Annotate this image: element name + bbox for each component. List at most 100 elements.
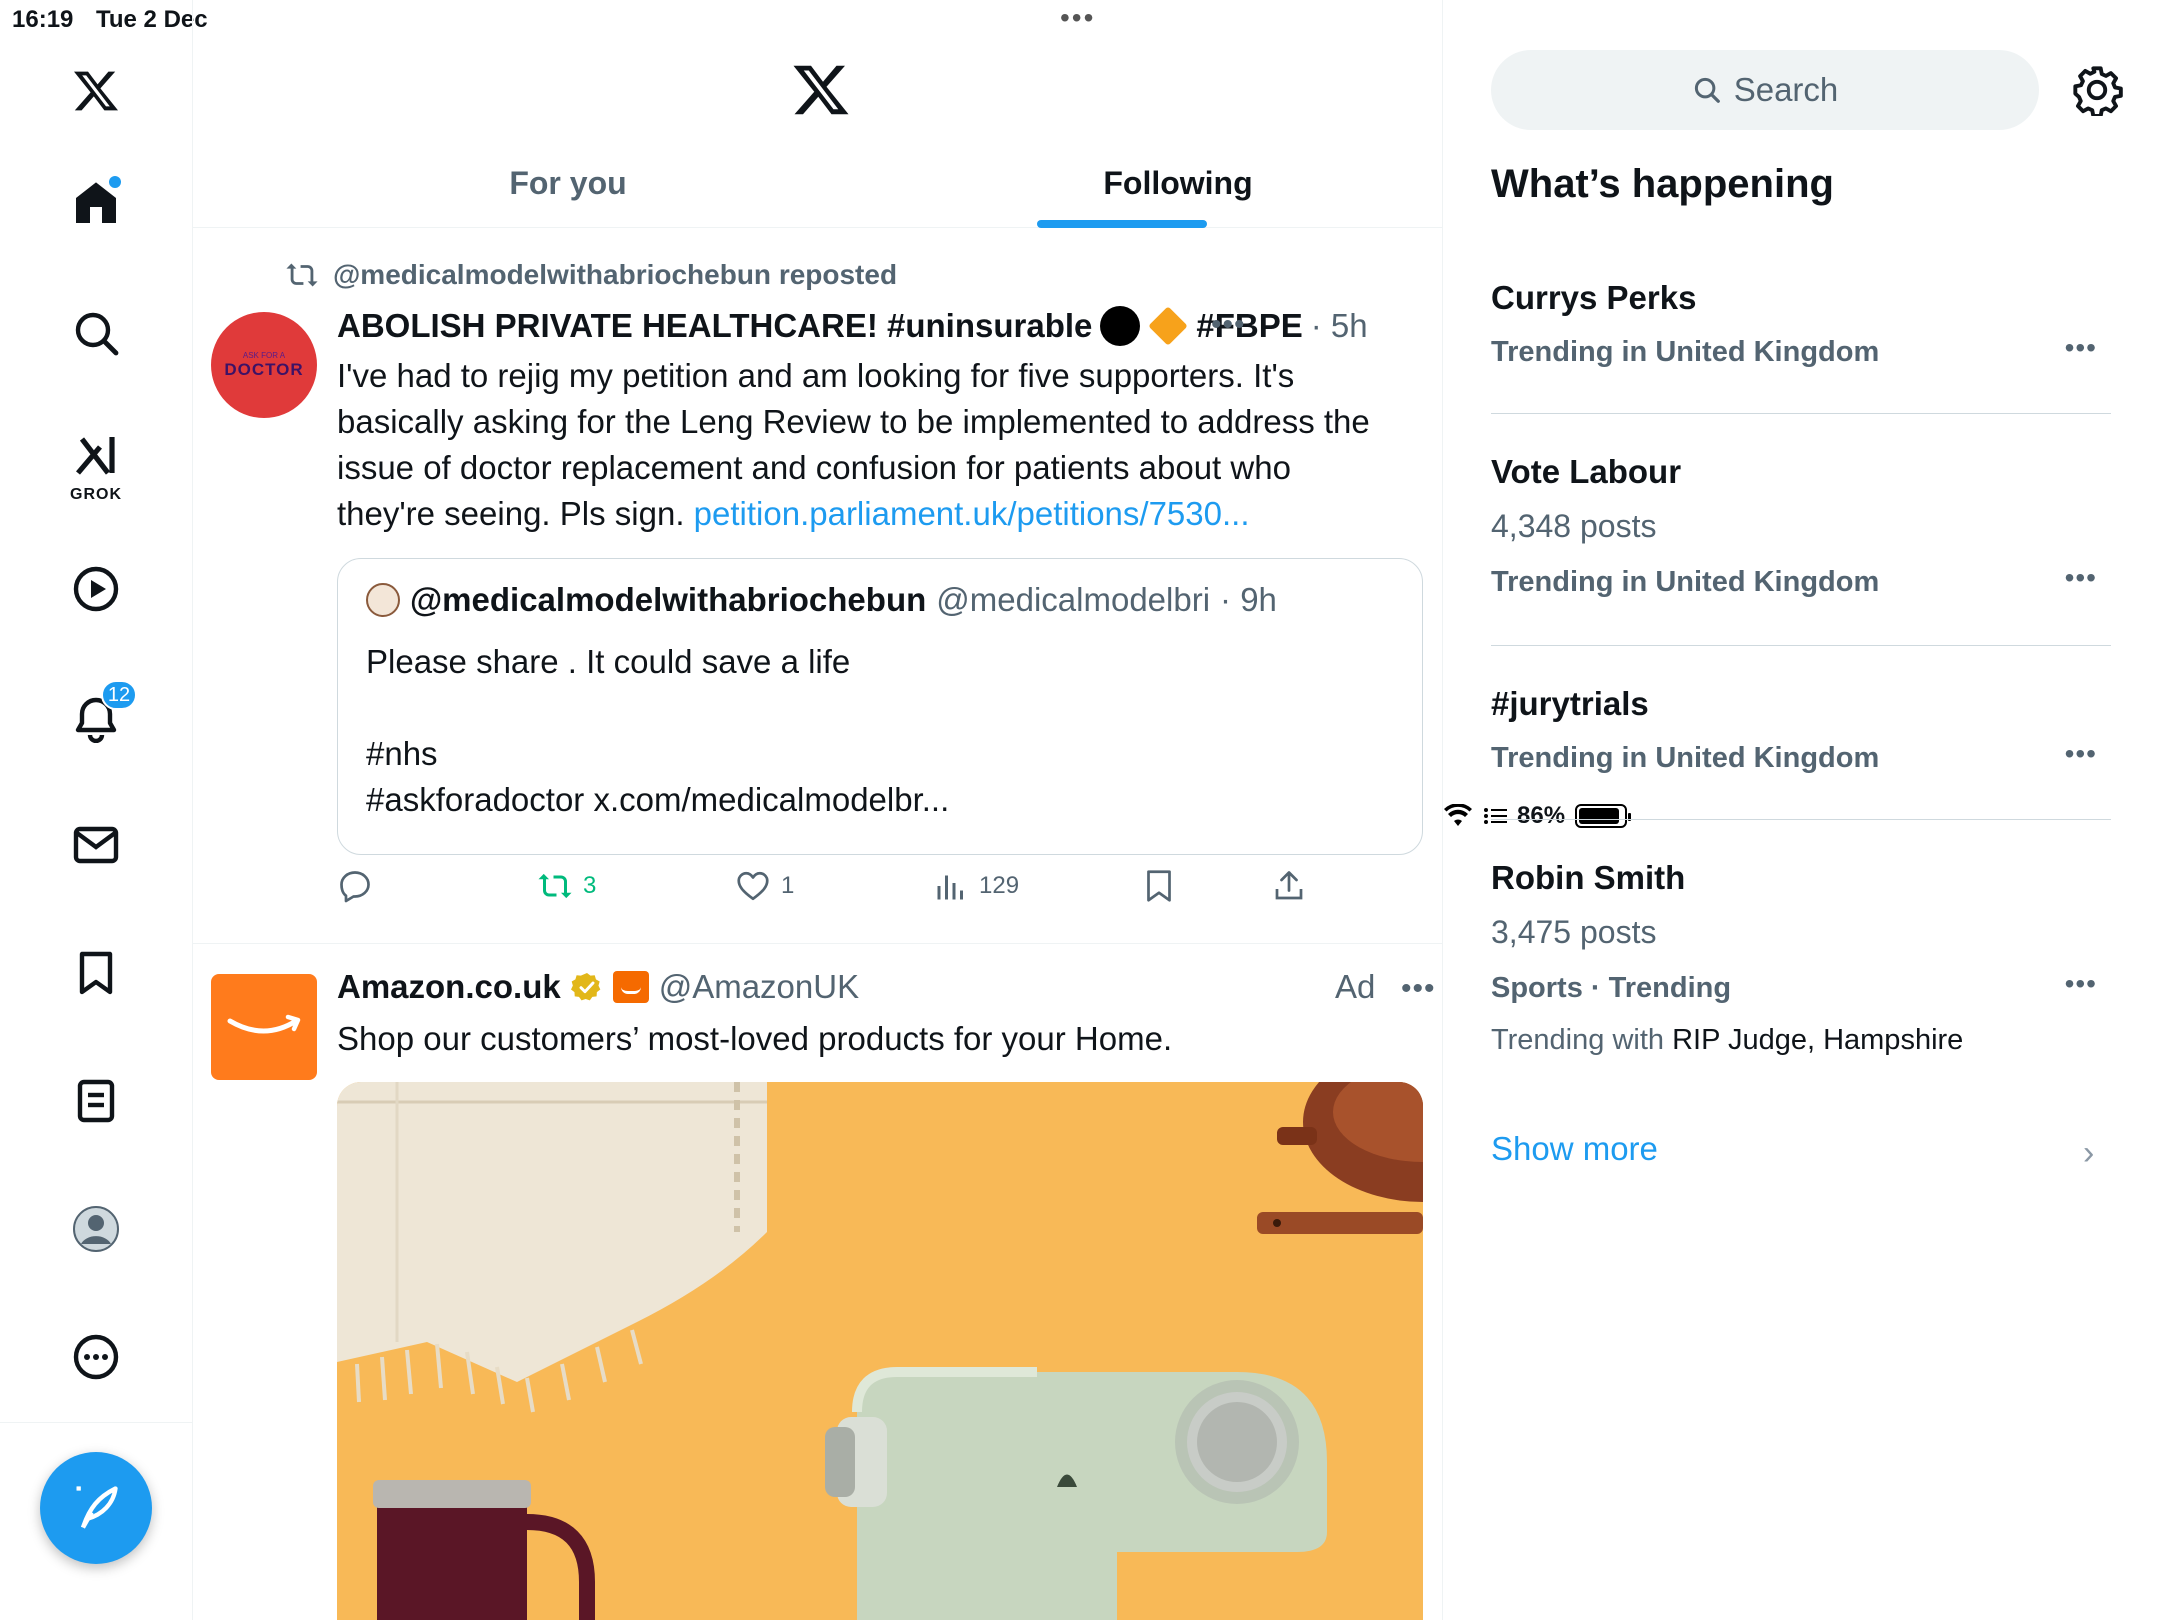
views-count: 129 [979, 872, 1020, 899]
ad-image[interactable] [337, 1082, 1423, 1620]
trend-posts: 3,475 posts [1491, 914, 1657, 950]
repost-icon [286, 263, 318, 287]
x-logo-icon[interactable] [791, 60, 851, 120]
search-input[interactable]: Search [1491, 50, 2039, 130]
tweet-text: Shop our customers’ most-loved products … [337, 1020, 1173, 1057]
show-more-link[interactable]: Show more [1491, 1130, 1658, 1168]
main-timeline: For you Following @medicalmodelwithabrio… [193, 0, 1443, 1620]
bookmark-button[interactable] [1141, 868, 1177, 904]
avatar-text-small: ASK FOR A [242, 350, 286, 360]
tweet-link[interactable]: petition.parliament.uk/petitions/7530... [694, 495, 1250, 532]
author-handle[interactable]: @AmazonUK [659, 968, 859, 1006]
like-button[interactable]: 1 [735, 868, 794, 904]
tweet-actions: 3 1 129 [337, 868, 1397, 918]
amazon-avatar[interactable] [211, 974, 317, 1080]
compose-button[interactable] [40, 1452, 152, 1564]
trend-item[interactable]: Robin Smith 3,475 posts Sports · Trendin… [1491, 852, 2111, 1076]
trend-item[interactable]: Vote Labour 4,348 posts Trending in Unit… [1491, 446, 2111, 646]
chevron-right-icon[interactable]: › [2083, 1134, 2094, 1173]
trend-name: #jurytrials [1491, 685, 1649, 722]
quote-text: Please share . It could save a life #nhs… [366, 639, 949, 823]
trend-more-icon[interactable]: ••• [2065, 968, 2097, 1000]
author-name[interactable]: Amazon.co.uk [337, 968, 561, 1006]
quote-avatar[interactable] [366, 583, 400, 617]
grok-icon[interactable]: GROK [65, 426, 127, 503]
quoted-tweet[interactable]: @medicalmodelwithabriochebun @medicalmod… [337, 558, 1423, 855]
tweet-time[interactable]: · 5h [1311, 307, 1368, 345]
bookmark-icon [1147, 870, 1171, 902]
promoted-tweet[interactable]: Amazon.co.uk @AmazonUK Ad ••• Shop our c… [193, 944, 1442, 1620]
more-options-icon[interactable]: ••• [1401, 972, 1436, 1006]
black-circle-emoji-icon [1100, 306, 1141, 346]
tweet-text: I've had to rejig my petition and am loo… [337, 353, 1397, 537]
trend-context: Trending in United Kingdom [1491, 336, 1880, 368]
search-icon[interactable] [65, 302, 127, 364]
ad-label: Ad [1335, 968, 1376, 1005]
notifications-badge: 12 [101, 680, 137, 710]
product-image [337, 1082, 1423, 1620]
quote-time: · 9h [1220, 581, 1277, 618]
repost-text[interactable]: @medicalmodelwithabriochebun reposted [333, 259, 897, 291]
quote-line: #askforadoctor x.com/medicalmodelbr... [366, 781, 950, 818]
views-button[interactable]: 129 [933, 868, 1019, 904]
gear-icon[interactable] [2071, 64, 2123, 116]
list-icon[interactable] [65, 1070, 127, 1132]
trend-name: Vote Labour [1491, 453, 1682, 490]
tab-following[interactable]: Following [1043, 150, 1313, 228]
trend-with-label: Trending with [1491, 1024, 1665, 1056]
orange-diamond-emoji-icon [1148, 306, 1189, 346]
trend-name: Currys Perks [1491, 279, 1697, 316]
trend-name: Robin Smith [1491, 859, 1686, 896]
search-icon [1694, 77, 1720, 103]
active-tab-indicator [1037, 220, 1207, 228]
quote-author-name[interactable]: @medicalmodelwithabriochebun [410, 581, 926, 619]
whats-happening-title: What’s happening [1491, 162, 1834, 206]
trend-more-icon[interactable]: ••• [2065, 738, 2097, 770]
trend-with-value[interactable]: RIP Judge, Hampshire [1672, 1024, 1963, 1056]
author-name[interactable]: ABOLISH PRIVATE HEALTHCARE! #uninsurable [337, 307, 1092, 345]
quote-header: @medicalmodelwithabriochebun @medicalmod… [366, 581, 1277, 619]
tweet[interactable]: @medicalmodelwithabriochebun reposted AS… [193, 228, 1442, 944]
trend-more-icon[interactable]: ••• [2065, 562, 2097, 594]
heart-icon [737, 871, 769, 901]
video-icon[interactable] [65, 558, 127, 620]
compose-icon [76, 1486, 118, 1529]
timeline-tabs: For you Following [193, 150, 1442, 228]
avatar[interactable]: ASK FOR A DOCTOR [211, 312, 317, 418]
share-icon [1275, 871, 1303, 900]
quote-line: #nhs [366, 735, 438, 772]
trend-context: Trending in United Kingdom [1491, 742, 1880, 774]
trend-more-icon[interactable]: ••• [2065, 332, 2097, 364]
trend-with: Trending with RIP Judge, Hampshire [1491, 1016, 2111, 1064]
quote-line: Please share . It could save a life [366, 643, 851, 680]
home-icon[interactable] [65, 172, 127, 234]
trend-context: Sports · Trending [1491, 972, 1732, 1004]
home-unread-dot [109, 176, 121, 188]
more-icon[interactable] [65, 1326, 127, 1388]
bookmark-icon[interactable] [65, 942, 127, 1004]
views-chart-icon [937, 875, 963, 900]
repost-button[interactable]: 3 [537, 868, 596, 904]
reply-icon [340, 871, 370, 903]
profile-icon[interactable] [65, 1198, 127, 1260]
trend-item[interactable]: Currys Perks Trending in United Kingdom … [1491, 272, 2111, 414]
share-button[interactable] [1271, 868, 1307, 904]
nav-divider [0, 1422, 193, 1423]
more-options-icon[interactable]: ••• [1211, 308, 1246, 342]
trend-item[interactable]: #jurytrials Trending in United Kingdom •… [1491, 678, 2111, 820]
avatar-text-big: DOCTOR [224, 359, 304, 379]
trend-posts: 4,348 posts [1491, 508, 1657, 544]
trend-context: Trending in United Kingdom [1491, 566, 1880, 598]
reply-button[interactable] [337, 868, 373, 904]
verified-badge-icon [570, 973, 601, 1001]
amazon-smile-icon [227, 1014, 301, 1034]
x-logo-icon[interactable] [65, 60, 127, 122]
tab-for-you[interactable]: For you [433, 150, 703, 228]
grok-label: GROK [70, 486, 122, 503]
tweet-header: Amazon.co.uk @AmazonUK [337, 968, 859, 1006]
repost-indicator: @medicalmodelwithabriochebun reposted [285, 258, 897, 292]
right-sidebar: Search What’s happening Currys Perks Tre… [1443, 0, 2160, 1620]
quote-handle[interactable]: @medicalmodelbri [936, 581, 1210, 619]
bell-icon[interactable]: 12 [65, 680, 137, 750]
mail-icon[interactable] [65, 814, 127, 876]
